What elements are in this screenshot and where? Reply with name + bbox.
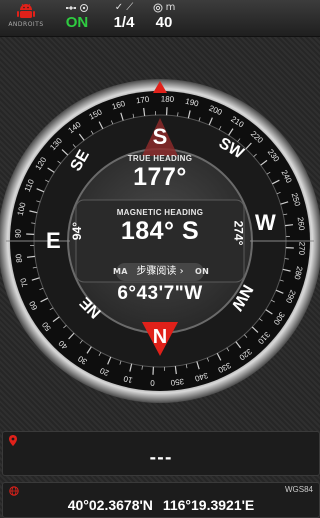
longitude: 116°19.3921'E — [163, 497, 254, 513]
satellite-status[interactable]: ON — [60, 2, 94, 32]
location-pin-icon — [9, 435, 17, 446]
coordinates-text: 40°02.3678'N 116°19.3921'E — [3, 497, 319, 513]
altitude-icon — [153, 3, 163, 13]
true-heading-label: TRUE HEADING — [0, 154, 320, 163]
altitude-unit: m — [166, 2, 176, 14]
address-text: --- — [3, 448, 319, 467]
fix-value: 1/4 — [104, 14, 144, 32]
true-heading: TRUE HEADING 177° — [0, 154, 320, 192]
altitude-status[interactable]: m 40 — [148, 2, 180, 32]
checkmark-icon: ✓ — [115, 2, 123, 14]
declination-value: 6°43'7"W — [0, 283, 320, 305]
globe-icon — [9, 486, 19, 496]
latitude: 40°02.3678'N — [68, 497, 153, 513]
location-panel[interactable]: --- — [2, 431, 320, 476]
dial-degree-label: 350 — [170, 377, 185, 388]
true-heading-value: 177° — [0, 163, 320, 192]
magnetic-heading-value: 184° S — [0, 217, 320, 246]
dial-label-n: N — [142, 322, 178, 358]
declination: 6°43'7"W — [0, 283, 320, 305]
android-robot-icon — [16, 2, 36, 20]
chevron-right-icon: › — [180, 266, 184, 277]
status-bar: ANDROITS ON ✓ ⟋ 1/4 m 4 — [0, 0, 320, 37]
dial-degree-label: 180 — [161, 94, 175, 104]
magnetic-heading-label: MAGNETIC HEADING — [0, 208, 320, 217]
logo-text: ANDROITS — [6, 21, 46, 28]
satellite-small-icon: ⟋ — [126, 2, 133, 14]
dial-degree-label: 170 — [136, 95, 151, 106]
app-logo[interactable]: ANDROITS — [6, 2, 46, 34]
magnetic-heading: MAGNETIC HEADING 184° S — [0, 208, 320, 246]
satellite-icon — [66, 3, 76, 13]
dial-degree-label: 80 — [14, 253, 24, 263]
satellite-value: ON — [60, 14, 94, 32]
gps-target-icon — [79, 3, 89, 13]
coordinates-panel[interactable]: WGS84 40°02.3678'N 116°19.3921'E — [2, 482, 320, 518]
datum-label: WGS84 — [285, 485, 313, 494]
altitude-value: 40 — [148, 14, 180, 32]
fix-status[interactable]: ✓ ⟋ 1/4 — [104, 2, 144, 32]
step-reading-overlay[interactable]: 步骤阅读 › — [116, 263, 204, 281]
